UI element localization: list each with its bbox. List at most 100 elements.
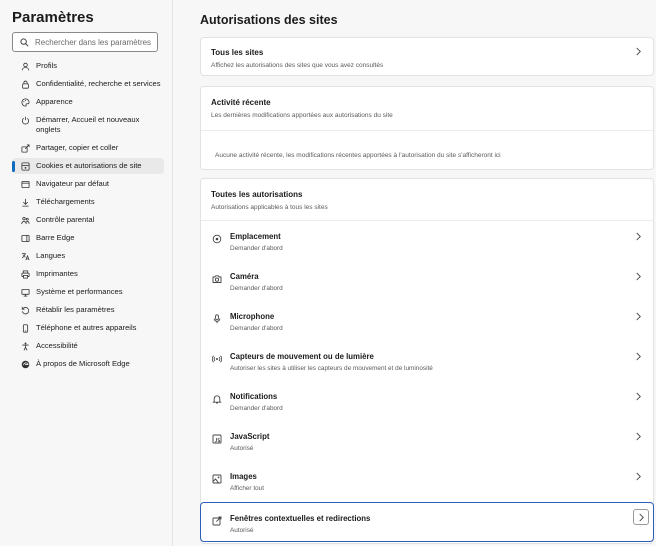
- permission-row-camera[interactable]: Caméra Demander d'abord: [201, 261, 653, 301]
- sidebar-title: Paramètres: [12, 9, 94, 26]
- printer-icon: [20, 269, 30, 279]
- all-sites-title: Tous les sites: [211, 48, 264, 57]
- sidebar-item-label: Barre Edge: [36, 233, 75, 242]
- sidebar-item-label: Cookies et autorisations de site: [36, 161, 142, 170]
- sidebar-item-label: Confidentialité, recherche et services: [36, 79, 161, 88]
- sidebar-item-profils[interactable]: Profils: [12, 58, 164, 74]
- chevron-right-icon: [633, 431, 643, 441]
- chevron-right-icon: [633, 471, 643, 481]
- chevron-right-button[interactable]: [633, 509, 649, 525]
- main-content: Autorisations des sites Tous les sites A…: [173, 0, 656, 546]
- permission-row-capteurs[interactable]: Capteurs de mouvement ou de lumière Auto…: [201, 341, 653, 381]
- sidebar-item-label: Partager, copier et coller: [36, 143, 119, 152]
- permission-title: Capteurs de mouvement ou de lumière: [230, 352, 374, 361]
- permission-title: Images: [230, 472, 257, 481]
- sidebar-item-cookies[interactable]: Cookies et autorisations de site: [12, 158, 164, 174]
- edge-icon: [20, 359, 30, 369]
- chevron-right-icon: [638, 513, 644, 521]
- sidebar-item-label: Rétablir les paramètres: [36, 305, 115, 314]
- popup-icon: [211, 515, 222, 526]
- sidebar-item-demarrer[interactable]: Démarrer, Accueil et nouveaux onglets: [12, 112, 164, 138]
- sidebar-item-apparence[interactable]: Apparence: [12, 94, 164, 110]
- page-title: Autorisations des sites: [200, 13, 338, 27]
- recent-activity-subtitle: Les dernières modifications apportées au…: [211, 112, 393, 119]
- sidebar-item-label: Téléphone et autres appareils: [36, 323, 137, 332]
- profile-icon: [20, 61, 30, 71]
- permission-title: Emplacement: [230, 232, 281, 241]
- recent-activity-card: Activité récente Les dernières modificat…: [200, 86, 654, 170]
- all-sites-card[interactable]: Tous les sites Affichez les autorisation…: [200, 37, 654, 76]
- permission-row-javascript[interactable]: JavaScript Autorisé: [201, 421, 653, 461]
- camera-icon: [211, 273, 222, 284]
- reset-icon: [20, 305, 30, 315]
- recent-activity-empty: Aucune activité récente, les modificatio…: [215, 152, 501, 159]
- permission-status: Demander d'abord: [230, 325, 283, 332]
- permission-status: Demander d'abord: [230, 245, 283, 252]
- system-icon: [20, 287, 30, 297]
- power-icon: [20, 115, 30, 125]
- recent-activity-title: Activité récente: [211, 98, 271, 107]
- family-icon: [20, 215, 30, 225]
- sidebar-item-retablir[interactable]: Rétablir les paramètres: [12, 302, 164, 318]
- permission-status: Autoriser les sites à utiliser les capte…: [230, 365, 433, 372]
- sidebar-icon: [20, 233, 30, 243]
- permission-status: Autorisé: [230, 527, 254, 534]
- sidebar-item-label: Langues: [36, 251, 66, 260]
- language-icon: [20, 251, 30, 261]
- permission-title: Notifications: [230, 392, 278, 401]
- chevron-right-icon: [633, 351, 643, 361]
- sidebar-item-label: Profils: [36, 61, 58, 70]
- share-icon: [20, 143, 30, 153]
- sidebar-item-label: À propos de Microsoft Edge: [36, 359, 130, 368]
- download-icon: [20, 197, 30, 207]
- sidebar-item-accessibilite[interactable]: Accessibilité: [12, 338, 164, 354]
- lock-icon: [20, 79, 30, 89]
- sidebar-item-label: Démarrer, Accueil et nouveaux onglets: [36, 115, 140, 134]
- permission-status: Afficher tout: [230, 485, 264, 492]
- sidebar-item-systeme[interactable]: Système et performances: [12, 284, 164, 300]
- sidebar-item-controle-parental[interactable]: Contrôle parental: [12, 212, 164, 228]
- sidebar-item-label: Navigateur par défaut: [36, 179, 110, 188]
- microphone-icon: [211, 313, 222, 324]
- sidebar-item-label: Apparence: [36, 97, 73, 106]
- bell-icon: [211, 393, 222, 404]
- divider: [201, 130, 653, 131]
- chevron-right-icon: [633, 311, 643, 321]
- sidebar-item-a-propos[interactable]: À propos de Microsoft Edge: [12, 356, 164, 372]
- browser-icon: [20, 179, 30, 189]
- permission-status: Autorisé: [230, 445, 254, 452]
- sensor-icon: [211, 353, 222, 364]
- chevron-right-icon: [633, 391, 643, 401]
- permission-row-notifications[interactable]: Notifications Demander d'abord: [201, 381, 653, 421]
- search-input[interactable]: [35, 34, 153, 50]
- chevron-right-icon: [633, 231, 643, 241]
- all-permissions-card: Toutes les autorisations Autorisations a…: [200, 178, 654, 544]
- sidebar-item-telechargements[interactable]: Téléchargements: [12, 194, 164, 210]
- permission-status: Demander d'abord: [230, 405, 283, 412]
- cookie-icon: [20, 161, 30, 171]
- permission-title: Fenêtres contextuelles et redirections: [230, 514, 371, 523]
- palette-icon: [20, 97, 30, 107]
- javascript-icon: [211, 433, 222, 444]
- sidebar-item-telephone[interactable]: Téléphone et autres appareils: [12, 320, 164, 336]
- permission-row-fenetres-contextuelles[interactable]: Fenêtres contextuelles et redirections A…: [200, 502, 654, 542]
- permission-title: Caméra: [230, 272, 259, 281]
- permission-row-microphone[interactable]: Microphone Demander d'abord: [201, 301, 653, 341]
- permission-status: Demander d'abord: [230, 285, 283, 292]
- sidebar-item-partager[interactable]: Partager, copier et coller: [12, 140, 164, 156]
- permission-row-emplacement[interactable]: Emplacement Demander d'abord: [201, 221, 653, 261]
- sidebar-item-langues[interactable]: Langues: [12, 248, 164, 264]
- sidebar-item-navigateur[interactable]: Navigateur par défaut: [12, 176, 164, 192]
- location-icon: [211, 233, 222, 244]
- sidebar: Paramètres Profils Confidentialité, rech…: [0, 0, 173, 546]
- search-box[interactable]: [12, 32, 158, 52]
- all-permissions-title: Toutes les autorisations: [211, 190, 303, 199]
- sidebar-item-label: Accessibilité: [36, 341, 78, 350]
- sidebar-item-confidentialite[interactable]: Confidentialité, recherche et services: [12, 76, 164, 92]
- sidebar-item-imprimantes[interactable]: Imprimantes: [12, 266, 164, 282]
- chevron-right-icon: [633, 46, 643, 56]
- permission-row-images[interactable]: Images Afficher tout: [201, 461, 653, 501]
- sidebar-nav: Profils Confidentialité, recherche et se…: [12, 58, 164, 372]
- phone-icon: [20, 323, 30, 333]
- sidebar-item-barre-edge[interactable]: Barre Edge: [12, 230, 164, 246]
